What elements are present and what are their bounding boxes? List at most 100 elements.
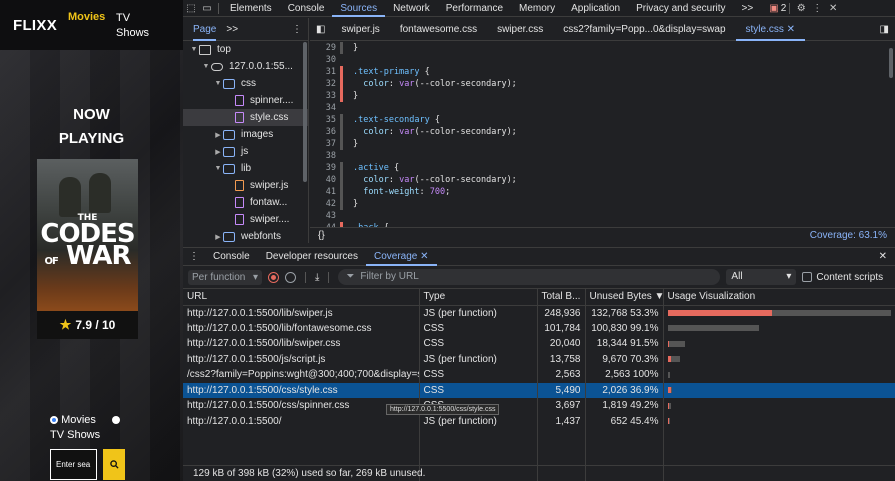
nav-link-movies[interactable]: Movies xyxy=(68,11,105,23)
line-number[interactable]: 30 xyxy=(310,54,340,66)
column-header[interactable]: Total B... xyxy=(537,289,586,306)
file-tree-item[interactable]: style.css xyxy=(183,109,308,126)
cell-total-bytes: 2,563 xyxy=(537,367,586,383)
clear-icon[interactable] xyxy=(285,271,296,283)
file-tree-item[interactable]: ▼ css xyxy=(183,75,308,92)
tab-memory[interactable]: Memory xyxy=(511,0,563,17)
editor-tab[interactable]: css2?family=Popp...0&display=swap xyxy=(553,18,735,41)
line-number[interactable]: 43 xyxy=(310,210,340,222)
close-tab-icon[interactable]: ✕ xyxy=(417,251,428,262)
radio-movies[interactable] xyxy=(50,416,58,425)
more-tabs-button[interactable]: >> xyxy=(734,0,762,17)
line-number[interactable]: 39 xyxy=(310,162,340,174)
toggle-debugger-icon[interactable]: ◨ xyxy=(874,24,895,35)
tab-privacy-and-security[interactable]: Privacy and security xyxy=(628,0,733,17)
tab-sources[interactable]: Sources xyxy=(332,0,386,17)
toggle-navigator-icon[interactable]: ◧ xyxy=(310,24,331,35)
tab-elements[interactable]: Elements xyxy=(222,0,280,17)
table-row[interactable]: http://127.0.0.1:5500/JS (per function) 1… xyxy=(183,413,895,429)
file-tree-item[interactable]: fontaw... xyxy=(183,194,308,211)
coverage-marker xyxy=(340,186,343,198)
file-tree-item[interactable]: ▼ top xyxy=(183,41,308,58)
drawer-tab-coverage[interactable]: Coverage ✕ xyxy=(365,248,437,266)
column-header[interactable]: URL xyxy=(183,289,420,306)
drawer-tab-developer-resources[interactable]: Developer resources xyxy=(258,248,366,266)
editor-tab[interactable]: style.css ✕ xyxy=(735,18,806,41)
line-number[interactable]: 34 xyxy=(310,102,340,114)
inspect-element-icon[interactable]: ⬚ xyxy=(183,0,199,17)
type-filter-select[interactable]: All ▾ xyxy=(726,269,797,285)
drawer-menu-icon[interactable]: ⋮ xyxy=(183,251,205,262)
content-scripts-checkbox[interactable]: Content scripts xyxy=(802,272,883,283)
navigator-more-button[interactable]: >> xyxy=(226,24,238,35)
close-drawer-icon[interactable]: ✕ xyxy=(871,251,895,262)
line-number[interactable]: 41 xyxy=(310,186,340,198)
line-number[interactable]: 36 xyxy=(310,126,340,138)
file-tree-item[interactable]: ▼ 127.0.0.1:55... xyxy=(183,58,308,75)
line-number[interactable]: 40 xyxy=(310,174,340,186)
record-button-icon[interactable] xyxy=(268,271,279,283)
search-input[interactable]: Enter sea xyxy=(50,449,97,480)
issues-badge[interactable]: ▣ 2 xyxy=(769,3,786,14)
unused-percent: 99.1% xyxy=(630,322,659,334)
file-tree-item[interactable]: spinner.... xyxy=(183,92,308,109)
line-number[interactable]: 37 xyxy=(310,138,340,150)
file-icon xyxy=(235,180,244,191)
divider xyxy=(305,271,306,283)
editor-tab[interactable]: fontawesome.css xyxy=(390,18,487,41)
file-tree-item[interactable]: ▶ images xyxy=(183,126,308,143)
file-tree-item[interactable]: ▼ lib xyxy=(183,160,308,177)
table-row[interactable]: http://127.0.0.1:5500/lib/fontawesome.cs… xyxy=(183,320,895,336)
close-tab-icon[interactable]: ✕ xyxy=(784,24,795,35)
file-tree-item[interactable]: swiper.... xyxy=(183,211,308,228)
movie-poster[interactable]: THE CODES OF WAR xyxy=(37,159,138,311)
device-toolbar-icon[interactable]: ▭ xyxy=(199,0,215,17)
drawer-tab-console[interactable]: Console xyxy=(205,248,258,266)
export-download-icon[interactable]: ⤓ xyxy=(315,272,319,283)
line-number[interactable]: 29 xyxy=(310,42,340,54)
chevron-down-icon: ▾ xyxy=(252,271,258,283)
app-logo[interactable]: FLIXX xyxy=(13,17,57,34)
search-button[interactable] xyxy=(103,449,125,480)
file-tree-label: style.css xyxy=(250,112,289,123)
radio-tv-shows[interactable] xyxy=(111,416,120,425)
table-row[interactable]: http://127.0.0.1:5500/lib/swiper.css CSS 2… xyxy=(183,336,895,352)
close-devtools-icon[interactable]: ✕ xyxy=(825,0,841,17)
tab-application[interactable]: Application xyxy=(563,0,628,17)
tab-network[interactable]: Network xyxy=(385,0,438,17)
editor-scrollbar[interactable] xyxy=(889,48,893,78)
tab-console[interactable]: Console xyxy=(280,0,333,17)
table-row[interactable]: http://127.0.0.1:5500/js/script.js JS (pe… xyxy=(183,351,895,367)
line-number[interactable]: 33 xyxy=(310,90,340,102)
table-row[interactable]: http://127.0.0.1:5500/css/style.css CSS 5,… xyxy=(183,382,895,398)
coverage-type-select[interactable]: Per function ▾ xyxy=(188,269,262,285)
tab-page[interactable]: Page xyxy=(193,18,217,41)
column-header[interactable]: Type xyxy=(419,289,538,306)
table-row[interactable]: http://127.0.0.1:5500/lib/swiper.js JS (p… xyxy=(183,305,895,321)
line-number[interactable]: 31 xyxy=(310,66,340,78)
url-filter-input[interactable]: ⏷ Filter by URL xyxy=(338,269,721,285)
file-tree-item[interactable]: ▶ webfonts xyxy=(183,228,308,245)
kebab-menu-icon[interactable]: ⋮ xyxy=(809,0,825,17)
table-row[interactable]: /css2?family=Poppins:wght@300;400;700&di… xyxy=(183,367,895,383)
table-row[interactable]: http://127.0.0.1:5500/css/spinner.cssCSS… xyxy=(183,398,895,414)
line-number[interactable]: 35 xyxy=(310,114,340,126)
nav-link-tv-shows[interactable]: TV Shows xyxy=(116,11,156,41)
column-header[interactable]: Unused Bytes ▼ xyxy=(585,289,664,306)
tab-performance[interactable]: Performance xyxy=(438,0,511,17)
settings-gear-icon[interactable]: ⚙ xyxy=(793,0,809,17)
editor-footer: {} Coverage: 63.1% xyxy=(310,227,895,243)
navigator-scrollbar[interactable] xyxy=(303,42,307,182)
line-number[interactable]: 42 xyxy=(310,198,340,210)
code-lines[interactable]: 29} 30 31 .text-primary {32 color: var(--co… xyxy=(310,42,895,227)
column-header[interactable]: Usage Visualization xyxy=(663,289,895,306)
file-tree-item[interactable]: ▶ js xyxy=(183,143,308,160)
pretty-print-button[interactable]: {} xyxy=(318,230,325,241)
line-number[interactable]: 32 xyxy=(310,78,340,90)
editor-tab[interactable]: swiper.css xyxy=(487,18,553,41)
code-editor: ◧ swiper.js fontawesome.css swiper.css css2… xyxy=(310,18,895,243)
navigator-menu-icon[interactable]: ⋮ xyxy=(292,24,302,35)
line-number[interactable]: 38 xyxy=(310,150,340,162)
editor-tab[interactable]: swiper.js xyxy=(331,18,389,41)
file-tree-item[interactable]: swiper.js xyxy=(183,177,308,194)
